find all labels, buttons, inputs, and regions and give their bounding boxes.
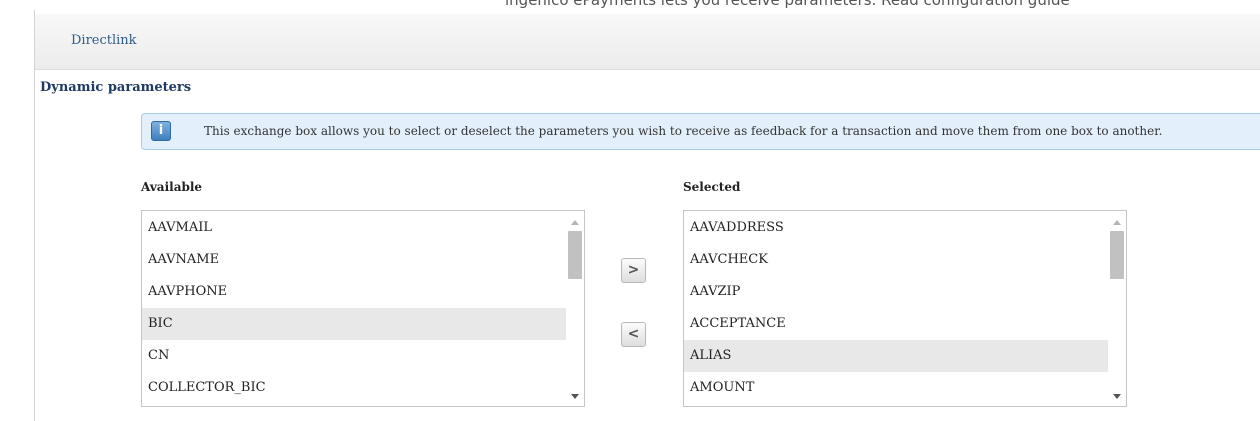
list-item[interactable]: COLLECTOR_BIC [142,372,567,404]
list-item[interactable]: AMOUNT [684,372,1109,404]
list-item[interactable]: AAVADDRESS [684,212,1109,244]
list-item[interactable]: AAVNAME [142,244,567,276]
available-items: AAVMAIL AAVNAME AAVPHONE BIC CN COLLECTOR_BIC [142,212,567,404]
remove-from-selected-button[interactable]: < [621,322,646,347]
available-label: Available [141,180,203,194]
scroll-up-arrow-icon[interactable] [571,220,579,225]
scroll-down-arrow-icon[interactable] [571,394,579,399]
scroll-up-arrow-icon[interactable] [1113,220,1121,225]
top-cut-strip: ingenico ePayments lets you receive para… [0,0,1260,10]
scroll-down-arrow-icon[interactable] [1113,394,1121,399]
cut-off-text: ingenico ePayments lets you receive para… [505,0,1070,9]
list-item[interactable]: ACCEPTANCE [684,308,1109,340]
selected-scrollbar[interactable] [1108,211,1126,406]
info-box: i This exchange box allows you to select… [141,113,1260,150]
content-border [34,10,35,421]
list-item[interactable]: CN [142,340,567,372]
list-item[interactable]: AAVMAIL [142,212,567,244]
selected-items: AAVADDRESS AAVCHECK AAVZIP ACCEPTANCE ALIAS A… [684,212,1109,404]
selected-listbox[interactable]: AAVADDRESS AAVCHECK AAVZIP ACCEPTANCE ALIAS A… [683,210,1127,407]
list-item[interactable]: AAVZIP [684,276,1109,308]
tab-directlink[interactable]: Directlink [71,33,137,48]
add-to-selected-button[interactable]: > [621,258,646,283]
scroll-thumb[interactable] [1110,231,1124,279]
list-item[interactable]: AAVPHONE [142,276,567,308]
tab-bar: Directlink [35,14,1260,70]
info-icon: i [151,121,171,141]
scroll-thumb[interactable] [568,231,582,279]
selected-label: Selected [683,180,741,194]
available-scrollbar[interactable] [566,211,584,406]
info-text: This exchange box allows you to select o… [204,124,1163,138]
list-item[interactable]: BIC [142,308,567,340]
list-item[interactable]: ALIAS [684,340,1109,372]
list-item[interactable]: AAVCHECK [684,244,1109,276]
available-listbox[interactable]: AAVMAIL AAVNAME AAVPHONE BIC CN COLLECTOR_BIC [141,210,585,407]
section-title: Dynamic parameters [40,80,192,95]
